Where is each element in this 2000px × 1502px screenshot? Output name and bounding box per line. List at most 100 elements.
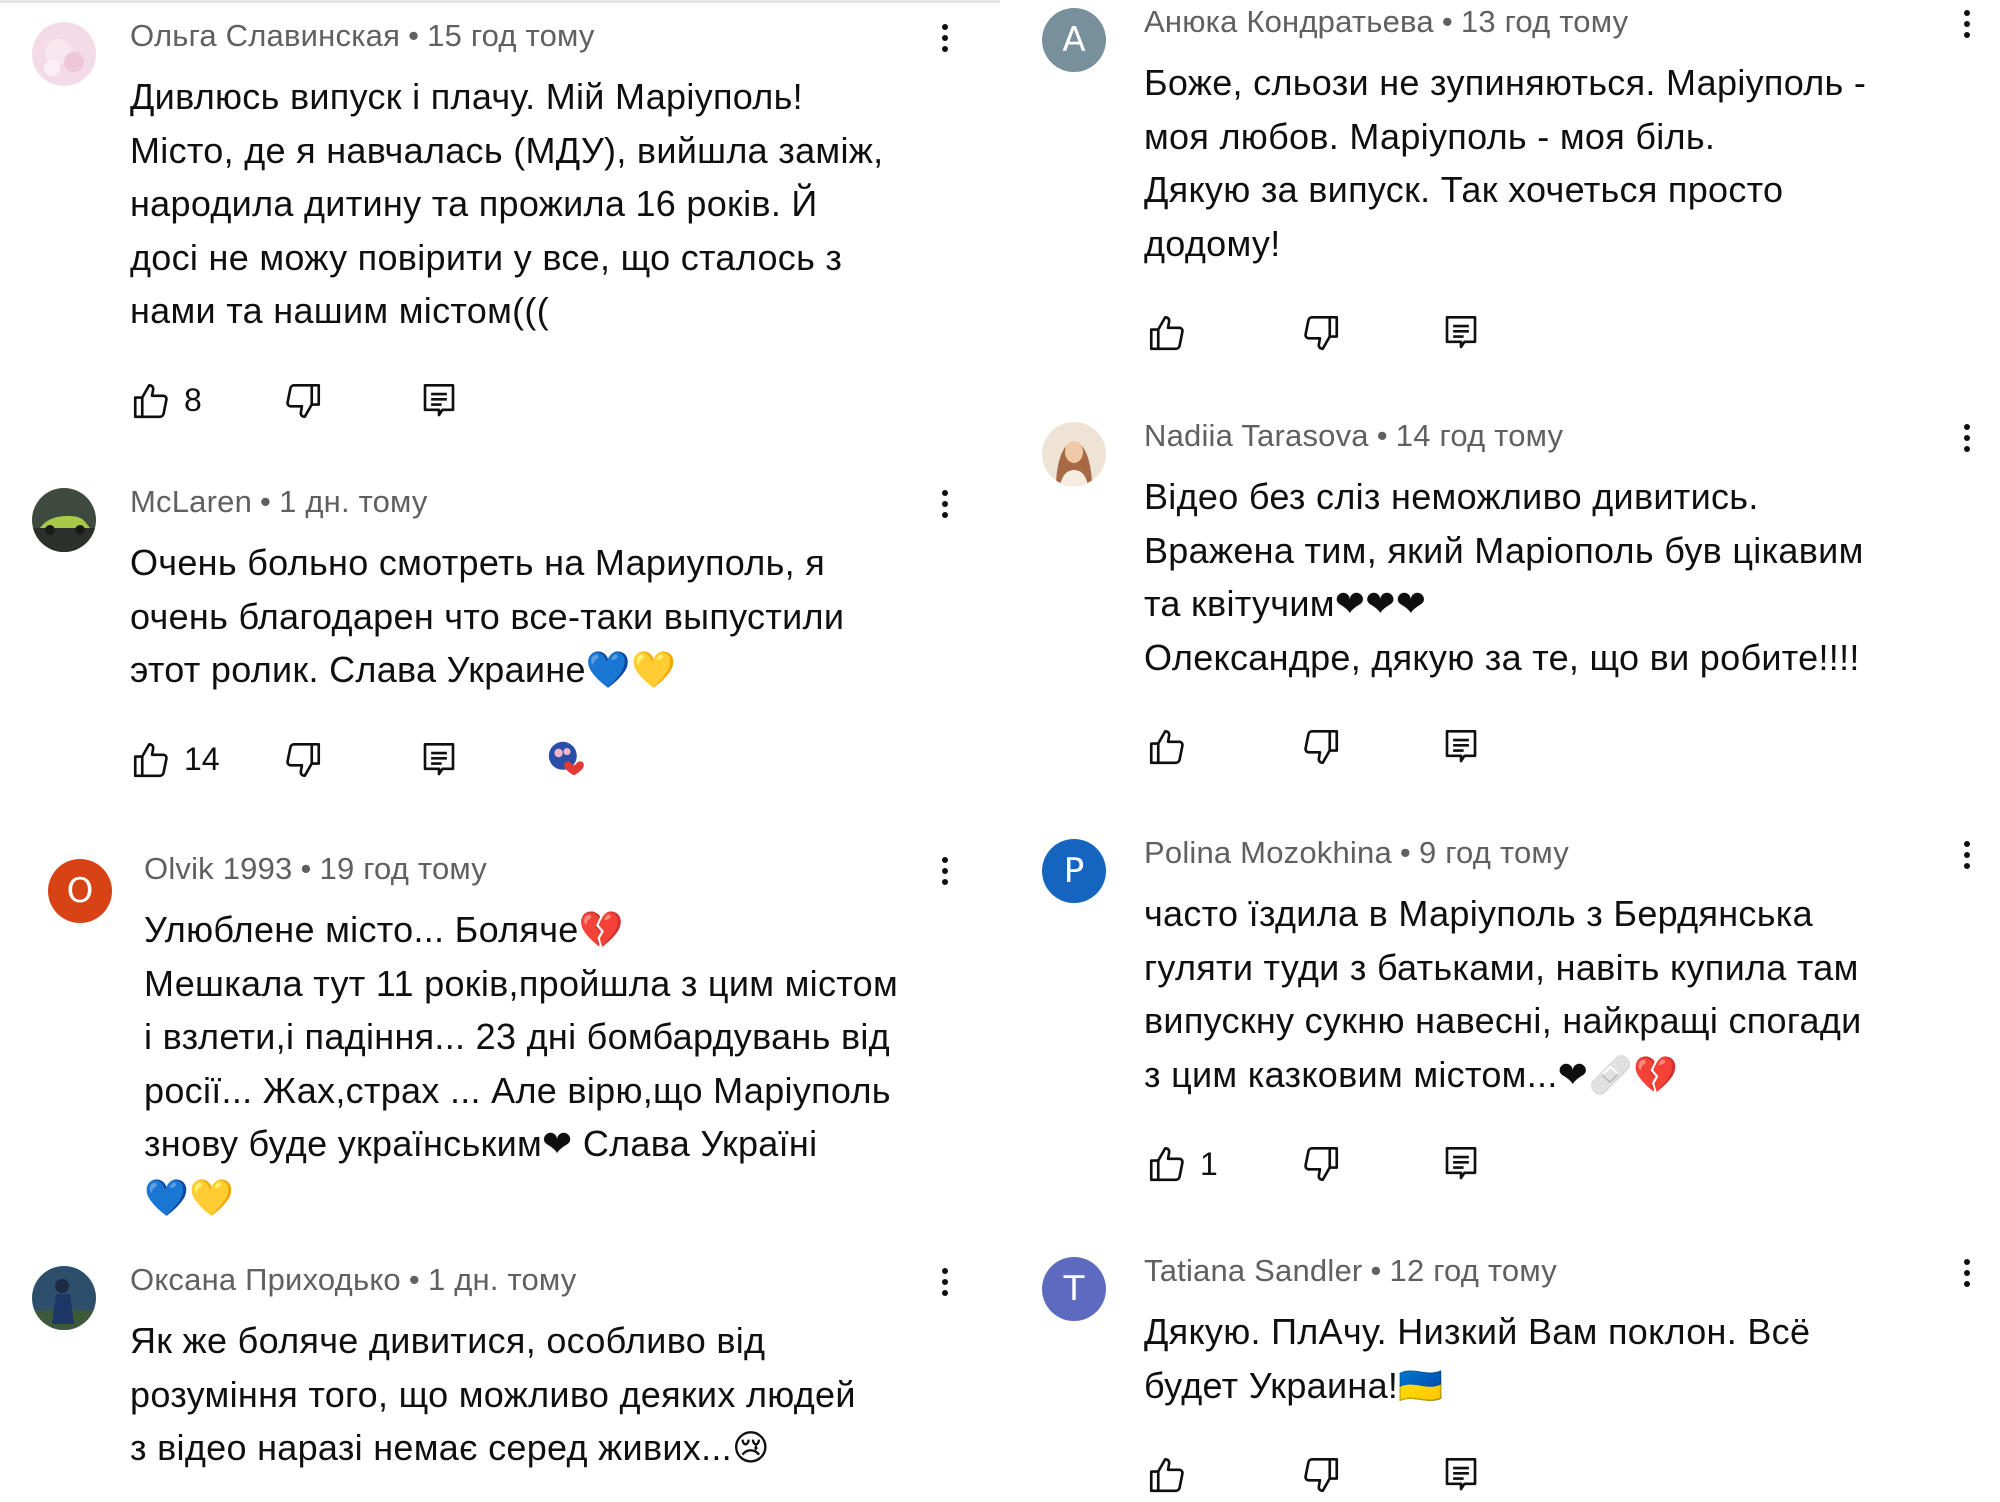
reply-button[interactable] bbox=[1440, 308, 1482, 358]
thumbs-up-icon bbox=[1146, 1454, 1188, 1496]
avatar[interactable] bbox=[32, 22, 96, 86]
more-options-icon[interactable] bbox=[1952, 835, 1982, 875]
comment-time[interactable]: 19 год тому bbox=[320, 851, 487, 886]
thumbs-up-icon bbox=[130, 739, 172, 781]
comment-time[interactable]: 15 год тому bbox=[427, 18, 594, 53]
more-options-icon[interactable] bbox=[930, 484, 960, 524]
comment-author[interactable]: Ольга Славинская bbox=[130, 18, 400, 53]
avatar[interactable] bbox=[32, 488, 96, 552]
avatar-letter: A bbox=[1062, 20, 1086, 60]
more-options-icon[interactable] bbox=[1952, 418, 1982, 458]
comment-author[interactable]: Polina Mozokhina bbox=[1144, 835, 1392, 870]
like-button[interactable] bbox=[1146, 308, 1188, 358]
like-button[interactable]: 1 bbox=[1146, 1139, 1218, 1189]
comment-author[interactable]: Nadiia Tarasova bbox=[1144, 418, 1369, 453]
reply-icon bbox=[1440, 1143, 1482, 1185]
comment-text: часто їздила в Маріуполь з Бердянська гул… bbox=[1144, 887, 1862, 1101]
like-button[interactable]: 14 bbox=[130, 735, 220, 785]
comment-text: Дивлюсь випуск і плачу. Мій Маріуполь! Мі… bbox=[130, 70, 883, 338]
like-button[interactable] bbox=[1146, 1450, 1188, 1500]
reply-button[interactable] bbox=[1440, 1139, 1482, 1189]
comment-line: Олександре, дякую за те, що ви робите!!!… bbox=[1144, 636, 1860, 678]
more-options-icon[interactable] bbox=[1952, 4, 1982, 44]
thumbs-up-icon bbox=[130, 380, 172, 422]
like-count: 1 bbox=[1200, 1145, 1218, 1182]
dislike-button[interactable] bbox=[1300, 722, 1342, 772]
comment-line: очень благодарен что все-таки выпустили bbox=[130, 595, 845, 637]
avatar[interactable] bbox=[1042, 422, 1106, 486]
comment-text: Боже, сльози не зупиняються. Маріуполь -… bbox=[1144, 56, 1866, 270]
comment-line: Дивлюсь випуск і плачу. Мій Маріуполь! bbox=[130, 76, 803, 117]
avatar[interactable]: A bbox=[1042, 8, 1106, 72]
comment-line: Дякую за випуск. Так хочеться просто bbox=[1144, 169, 1784, 210]
comment-author[interactable]: Olvik 1993 bbox=[144, 851, 292, 886]
dislike-button[interactable] bbox=[1300, 308, 1342, 358]
comment-time[interactable]: 9 год тому bbox=[1419, 835, 1569, 870]
more-options-icon[interactable] bbox=[930, 18, 960, 58]
separator-dot: • bbox=[1376, 418, 1388, 453]
avatar-letter: T bbox=[1063, 1269, 1085, 1309]
thumbs-down-icon bbox=[1300, 312, 1342, 354]
avatar[interactable]: O bbox=[48, 859, 112, 923]
reply-button[interactable] bbox=[418, 376, 460, 426]
reply-icon bbox=[418, 739, 460, 781]
comment-header: Анюка Кондратьева • 13 год тому bbox=[1144, 4, 1628, 40]
avatar[interactable] bbox=[32, 1266, 96, 1330]
more-options-icon[interactable] bbox=[1952, 1253, 1982, 1293]
comment-header: Nadiia Tarasova • 14 год тому bbox=[1144, 418, 1563, 454]
like-button[interactable]: 8 bbox=[130, 376, 202, 426]
comment-line: з цим казковим містом...❤🩹💔 bbox=[1144, 1053, 1679, 1095]
reply-button[interactable] bbox=[1440, 722, 1482, 772]
comment-line: нами та нашим містом((( bbox=[130, 290, 549, 331]
comment-line: знову буде українським❤ Слава Україні bbox=[144, 1123, 818, 1164]
comment-time[interactable]: 13 год тому bbox=[1461, 4, 1628, 39]
comment-header: Оксана Приходько • 1 дн. тому bbox=[130, 1262, 577, 1298]
separator-dot: • bbox=[300, 851, 312, 886]
comment-time[interactable]: 14 год тому bbox=[1396, 418, 1563, 453]
separator-dot: • bbox=[408, 1262, 420, 1297]
avatar-letter: O bbox=[66, 871, 94, 911]
separator-dot: • bbox=[1441, 4, 1453, 39]
comment-time[interactable]: 12 год тому bbox=[1390, 1253, 1557, 1288]
dislike-button[interactable] bbox=[1300, 1139, 1342, 1189]
thumbs-down-icon bbox=[1300, 726, 1342, 768]
comment-line: Місто, де я навчалась (МДУ), вийшла замі… bbox=[130, 129, 884, 171]
dislike-button[interactable] bbox=[282, 376, 324, 426]
more-options-icon[interactable] bbox=[930, 1262, 960, 1302]
comment-line: народила дитину та прожила 16 років. Й bbox=[130, 183, 818, 224]
thumbs-up-icon bbox=[1146, 726, 1188, 768]
comment-line: досі не можу повірити у все, що сталось … bbox=[130, 236, 843, 278]
comment-author[interactable]: Анюка Кондратьева bbox=[1144, 4, 1434, 39]
comment-time[interactable]: 1 дн. тому bbox=[279, 484, 428, 519]
like-count: 14 bbox=[184, 741, 220, 777]
comment-line: та квітучим❤❤❤ bbox=[1144, 583, 1427, 624]
comments-column-left: Ольга Славинская • 15 год тому Дивлюсь випу… bbox=[0, 0, 1000, 1502]
comment-header: Polina Mozokhina • 9 год тому bbox=[1144, 835, 1569, 871]
dislike-button[interactable] bbox=[282, 735, 324, 785]
dislike-button[interactable] bbox=[1300, 1450, 1342, 1500]
comment-line: Вражена тим, який Маріополь був цікавим bbox=[1144, 529, 1864, 571]
comment-time[interactable]: 1 дн. тому bbox=[428, 1262, 577, 1297]
comment-author[interactable]: Оксана Приходько bbox=[130, 1262, 401, 1297]
comment-line: будет Украина!🇺🇦 bbox=[1144, 1364, 1444, 1406]
like-button[interactable] bbox=[1146, 722, 1188, 772]
avatar-letter: P bbox=[1063, 851, 1085, 891]
comment-author[interactable]: Tatiana Sandler bbox=[1144, 1253, 1362, 1288]
comment-line: Очень больно смотреть на Мариуполь, я bbox=[130, 542, 826, 583]
reply-icon bbox=[1440, 726, 1482, 768]
like-count: 8 bbox=[184, 382, 202, 418]
more-options-icon[interactable] bbox=[930, 851, 960, 891]
comment-line: Відео без сліз неможливо дивитись. bbox=[1144, 476, 1759, 517]
comment-header: Ольга Славинская • 15 год тому bbox=[130, 18, 595, 54]
reply-button[interactable] bbox=[1440, 1450, 1482, 1500]
separator-dot: • bbox=[408, 18, 420, 53]
comment-line: розуміння того, що можливо деяких людей bbox=[130, 1373, 856, 1415]
avatar[interactable]: P bbox=[1042, 839, 1106, 903]
comment-author[interactable]: McLaren bbox=[130, 484, 252, 519]
avatar[interactable]: T bbox=[1042, 1257, 1106, 1321]
comment-line: этот ролик. Слава Украине💙💛 bbox=[130, 649, 677, 690]
thumbs-up-icon bbox=[1146, 1143, 1188, 1185]
comment-line: і взлети,і падіння... 23 дні бомбардуван… bbox=[144, 1016, 890, 1057]
thumbs-up-icon bbox=[1146, 312, 1188, 354]
reply-button[interactable] bbox=[418, 735, 460, 785]
